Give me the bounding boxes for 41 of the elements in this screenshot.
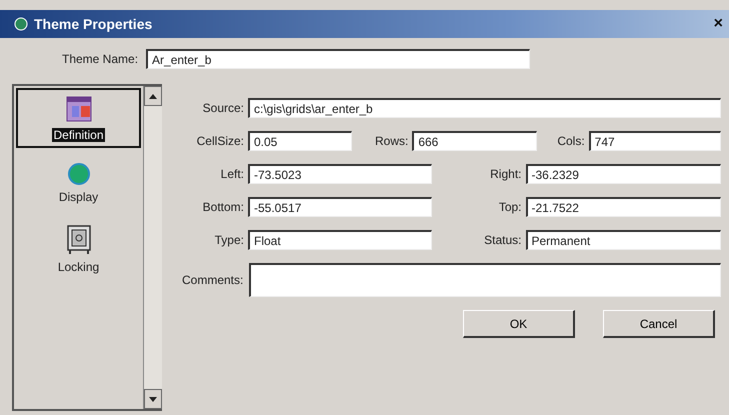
close-button[interactable]: × [714,15,723,33]
input-field[interactable]: 666 [412,131,537,151]
input-field[interactable]: Float [248,230,432,250]
field-label: Status: [483,233,522,247]
dot-icon [66,162,90,186]
source-field[interactable]: c:\gis\grids\ar_enter_b [248,98,721,118]
dialog-button[interactable]: Cancel [603,310,715,338]
sidebar-item[interactable]: Locking [16,218,141,280]
input-field[interactable]: -36.2329 [526,164,721,184]
comments-field[interactable] [249,263,721,297]
input-field[interactable]: Permanent [526,230,721,250]
input-field[interactable]: 747 [588,131,721,151]
safe-icon [64,224,92,256]
sidebar-item[interactable]: Definition [16,88,141,148]
table-icon [64,94,94,124]
up-arrow-icon[interactable] [149,94,157,98]
item-label: Display [58,190,100,204]
scrollbar[interactable] [143,86,162,409]
field-label: Source: [202,101,244,115]
input-field[interactable]: -55.0517 [248,197,432,217]
window-title: Theme Properties [34,16,154,32]
field-label: Bottom: [202,200,244,214]
item-label: Definition [52,128,105,142]
field-label: Top: [498,200,522,214]
down-arrow-icon[interactable] [149,396,157,402]
field-label: Right: [489,167,522,181]
field-label: Left: [220,167,244,181]
theme-name-field[interactable]: Ar_enter_b [146,49,530,69]
dialog-button[interactable]: OK [463,310,575,338]
input-field[interactable]: -73.5023 [248,164,432,184]
input-field[interactable]: -21.7522 [526,197,721,217]
field-label: Comments: [182,273,244,287]
field-label: Rows: [374,134,408,148]
field-label: Type: [214,233,244,247]
field-label: Cols: [556,134,585,148]
globe-icon [14,17,28,31]
input-field[interactable]: 0.05 [248,131,352,151]
item-label: Locking [56,260,100,274]
sidebar-item[interactable]: Display [16,156,141,210]
field-label: CellSize: [196,134,244,148]
field-label: Theme Name: [62,52,138,66]
